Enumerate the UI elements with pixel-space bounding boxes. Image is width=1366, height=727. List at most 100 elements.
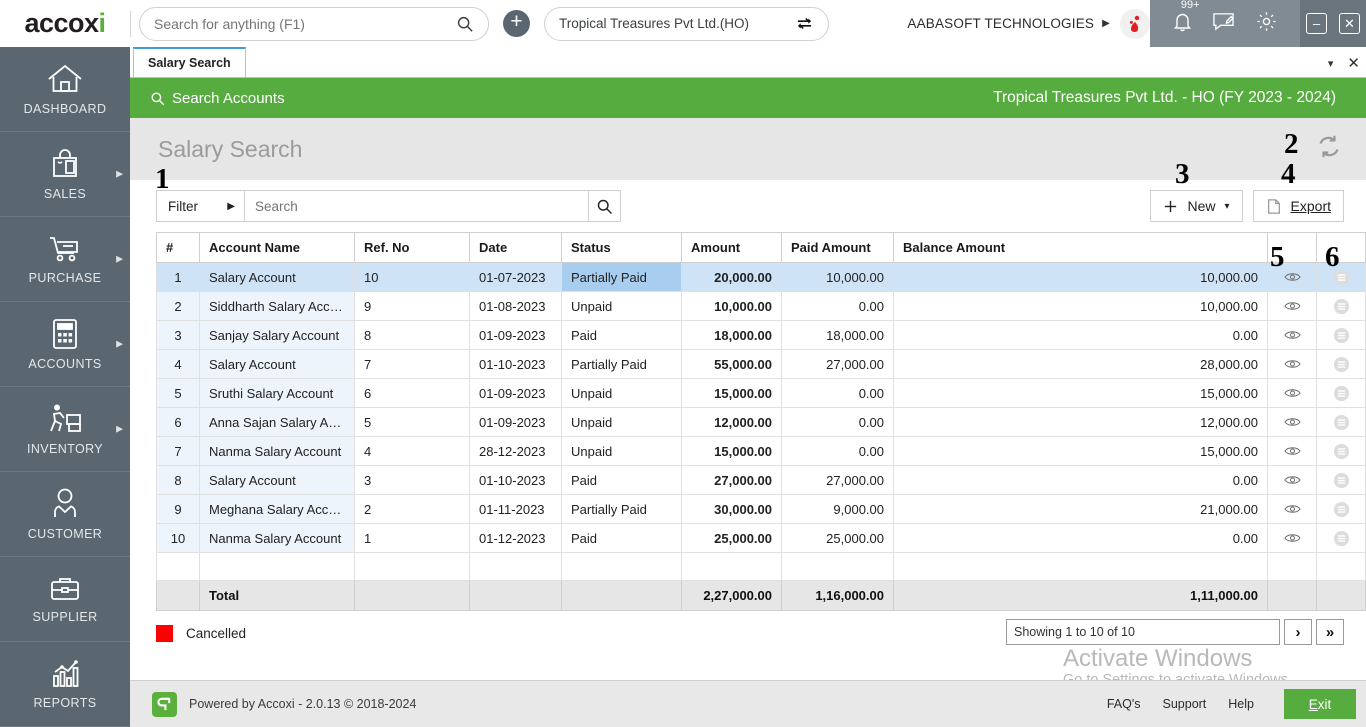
search-submit-button[interactable] [588,191,620,221]
sidebar-item-customer[interactable]: CUSTOMER [0,472,130,557]
sidebar-item-purchase[interactable]: PURCHASE ▶ [0,217,130,302]
cell-view-action[interactable] [1267,465,1317,495]
eye-icon[interactable] [1283,358,1301,370]
accoxi-logo-icon [152,691,177,717]
eye-icon[interactable] [1283,532,1301,544]
table-row[interactable]: 8 Salary Account 3 01-10-2023 Paid 27,000.00 2… [156,465,1366,495]
settings-button[interactable] [1255,10,1278,38]
cell-view-action[interactable] [1267,407,1317,437]
list-menu-icon[interactable] [1333,530,1350,547]
eye-icon[interactable] [1283,445,1301,457]
table-row[interactable]: 5 Sruthi Salary Account 6 01-09-2023 Unpaid 1… [156,378,1366,408]
list-menu-icon[interactable] [1333,501,1350,518]
help-link[interactable]: Help [1228,697,1254,711]
col-date[interactable]: Date [469,232,562,263]
sidebar-item-reports[interactable]: REPORTS [0,642,130,727]
tab-close-icon[interactable]: ✕ [1347,56,1360,71]
eye-icon[interactable] [1283,387,1301,399]
faqs-link[interactable]: FAQ's [1107,697,1141,711]
col-paid-amount[interactable]: Paid Amount [781,232,894,263]
col-status[interactable]: Status [561,232,682,263]
cell-more-action[interactable] [1316,262,1366,292]
cell-view-action[interactable] [1267,494,1317,524]
cell-view-action[interactable] [1267,349,1317,379]
sidebar-item-sales[interactable]: SALES ▶ [0,132,130,217]
eye-icon[interactable] [1283,503,1301,515]
exit-button[interactable]: Exit [1284,689,1356,719]
last-page-button[interactable]: » [1316,619,1344,645]
col-amount[interactable]: Amount [681,232,782,263]
list-menu-icon[interactable] [1333,414,1350,431]
global-search-box[interactable] [139,6,489,41]
sidebar-item-dashboard[interactable]: DASHBOARD [0,47,130,132]
minimize-button[interactable]: – [1306,13,1327,34]
table-row[interactable]: 2 Siddharth Salary Account 9 01-08-2023 Unpa… [156,291,1366,321]
cell-more-action[interactable] [1316,320,1366,350]
notifications-button[interactable]: 99+ [1172,0,1200,38]
cell-view-action[interactable] [1267,523,1317,553]
switch-branch-icon[interactable] [795,15,814,32]
eye-icon[interactable] [1283,300,1301,312]
list-menu-icon[interactable] [1333,356,1350,373]
eye-icon[interactable] [1283,271,1301,283]
cell-more-action[interactable] [1316,465,1366,495]
cell-more-action[interactable] [1316,494,1366,524]
table-row[interactable]: 1 Salary Account 10 01-07-2023 Partially Pai… [156,262,1366,292]
cell-view-action[interactable] [1267,436,1317,466]
sidebar-item-supplier[interactable]: SUPPLIER [0,557,130,642]
add-new-button[interactable]: + [503,10,530,37]
table-row[interactable]: 3 Sanjay Salary Account 8 01-09-2023 Paid 18,… [156,320,1366,350]
table-row[interactable]: 4 Salary Account 7 01-10-2023 Partially Paid… [156,349,1366,379]
eye-icon[interactable] [1283,329,1301,341]
eye-icon[interactable] [1283,416,1301,428]
cell-more-action[interactable] [1316,349,1366,379]
list-menu-icon[interactable] [1333,298,1350,315]
table-row[interactable]: 9 Meghana Salary Account 2 01-11-2023 Partia… [156,494,1366,524]
list-menu-icon[interactable] [1333,269,1350,286]
col-ref-no[interactable]: Ref. No [354,232,470,263]
col-index[interactable]: # [156,232,200,263]
search-input[interactable] [245,191,588,221]
cell-view-action[interactable] [1267,291,1317,321]
close-button[interactable]: ✕ [1339,13,1360,34]
list-menu-icon[interactable] [1333,472,1350,489]
cell-ref-no: 4 [354,436,470,466]
table-row[interactable]: 10 Nanma Salary Account 1 01-12-2023 Paid 25,… [156,523,1366,553]
sidebar-item-inventory[interactable]: INVENTORY ▶ [0,387,130,472]
messages-button[interactable] [1212,11,1235,37]
cell-more-action[interactable] [1316,523,1366,553]
support-link[interactable]: Support [1163,697,1207,711]
next-page-button[interactable]: › [1284,619,1312,645]
refresh-button[interactable] [1314,132,1344,167]
sidebar-item-accounts[interactable]: ACCOUNTS ▶ [0,302,130,387]
export-button[interactable]: Export [1252,190,1344,222]
chevron-down-icon[interactable]: ▾ [1225,201,1230,212]
warehouse-worker-icon [50,404,81,432]
cell-balance-amount: 15,000.00 [893,378,1268,408]
new-button[interactable]: New ▾ [1150,190,1243,222]
avatar[interactable] [1120,8,1150,39]
table-row[interactable]: 6 Anna Sajan Salary Acco... 5 01-09-2023 Unp… [156,407,1366,437]
tab-list-caret-icon[interactable]: ▾ [1328,57,1334,70]
table-row[interactable]: 7 Nanma Salary Account 4 28-12-2023 Unpaid 15… [156,436,1366,466]
list-menu-icon[interactable] [1333,443,1350,460]
cell-view-action[interactable] [1267,320,1317,350]
cell-more-action[interactable] [1316,378,1366,408]
eye-icon[interactable] [1283,474,1301,486]
cell-view-action[interactable] [1267,262,1317,292]
list-menu-icon[interactable] [1333,385,1350,402]
organization-selector[interactable]: AABASOFT TECHNOLOGIES ▶ [907,16,1110,31]
col-balance-amount[interactable]: Balance Amount [893,232,1268,263]
sidebar-label: DASHBOARD [23,102,107,116]
cell-more-action[interactable] [1316,291,1366,321]
cell-more-action[interactable] [1316,436,1366,466]
filter-button[interactable]: Filter ▶ [157,191,245,221]
global-search-input[interactable] [154,15,456,32]
cell-view-action[interactable] [1267,378,1317,408]
tab-salary-search[interactable]: Salary Search [133,47,246,77]
col-account-name[interactable]: Account Name [199,232,355,263]
list-menu-icon[interactable] [1333,327,1350,344]
cell-more-action[interactable] [1316,407,1366,437]
branch-selector[interactable]: Tropical Treasures Pvt Ltd.(HO) [544,6,829,41]
cell-index: 8 [156,465,200,495]
